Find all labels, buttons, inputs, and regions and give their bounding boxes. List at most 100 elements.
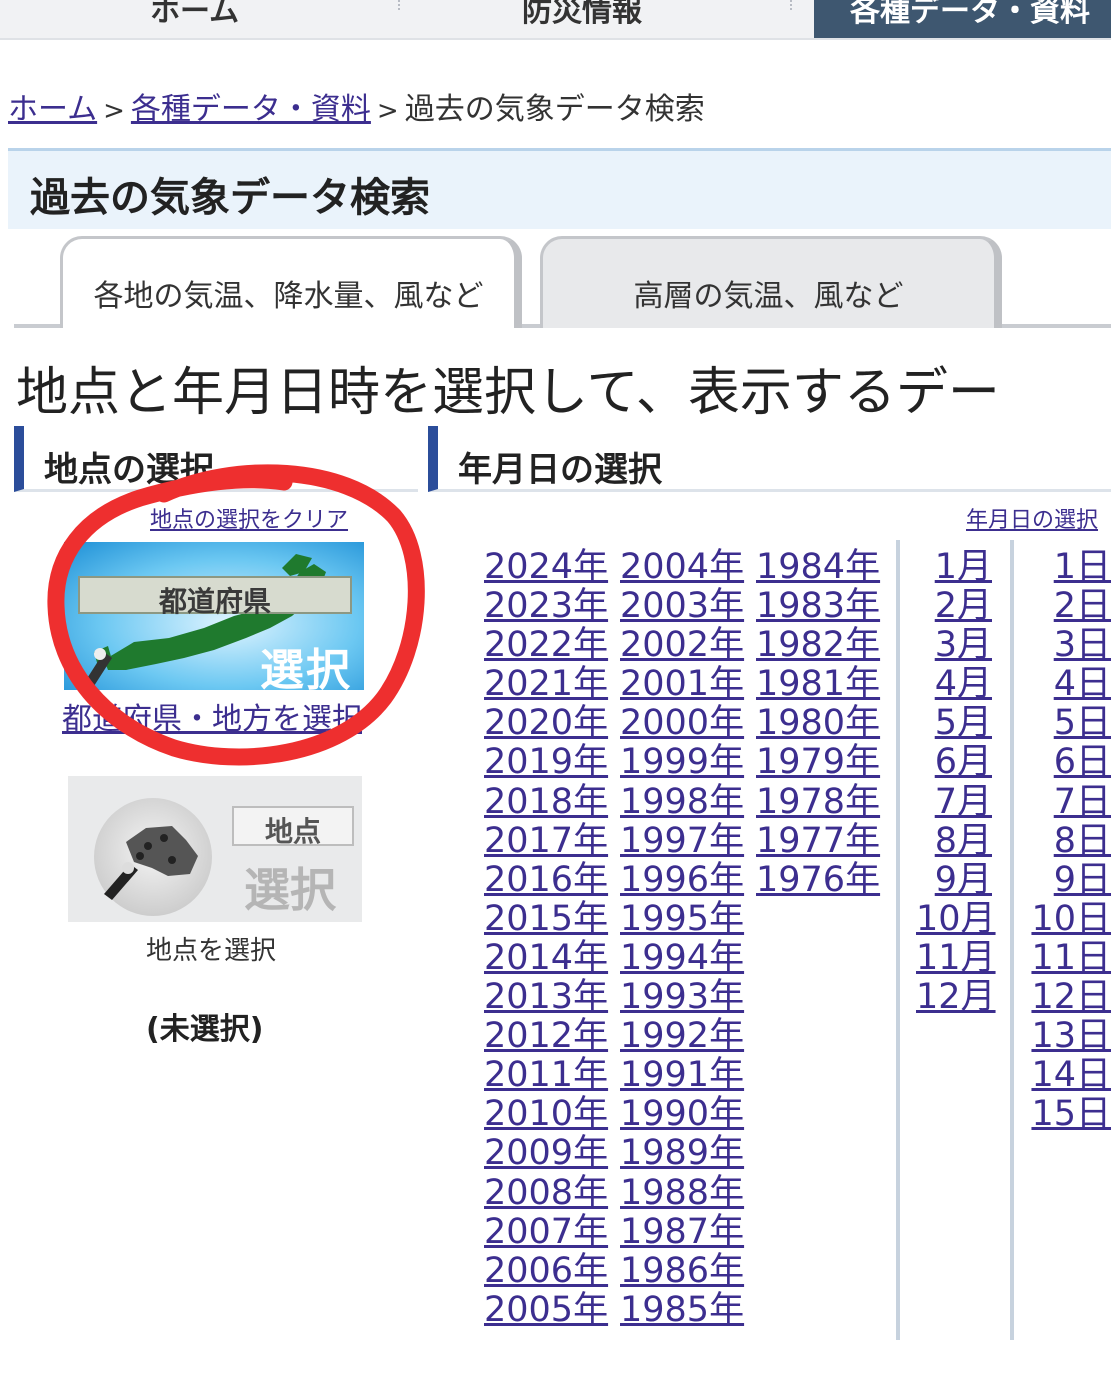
day-link[interactable]: 14日 [1030,1056,1111,1095]
year-link[interactable]: 2020年 [484,704,608,743]
month-link[interactable]: 4月 [916,665,992,704]
year-link[interactable]: 1980年 [756,704,880,743]
year-link[interactable]: 1994年 [620,938,744,978]
year-link[interactable]: 2022年 [484,626,608,665]
year-link[interactable]: 1977年 [756,821,880,861]
nav-data-active[interactable]: 各種データ・資料 [814,0,1111,38]
tab-upper-air[interactable]: 高層の気温、風など [540,236,1002,328]
tab-surface-weather-label: 各地の気温、降水量、風など [93,279,484,314]
month-link[interactable]: 2月 [916,586,992,626]
year-link[interactable]: 1992年 [620,1017,744,1056]
year-link[interactable]: 1990年 [620,1095,744,1134]
year-link[interactable]: 2010年 [484,1095,608,1134]
point-button-title-box: 地点 [232,806,354,848]
year-link[interactable]: 1989年 [620,1134,744,1173]
date-section-title: 年月日の選択 [458,450,662,490]
year-link[interactable]: 1982年 [756,626,880,665]
month-link[interactable]: 6月 [916,743,992,782]
year-column-3: 1984年 1983年 1982年 1981年 1980年 1979年 1978… [756,547,880,900]
point-select-button[interactable]: 地点 選択 [68,776,362,922]
instruction-text: 地点と年月日時を選択して、表示するデー [16,363,1000,423]
year-link[interactable]: 2016年 [484,860,608,900]
year-link[interactable]: 1984年 [756,547,880,587]
year-link[interactable]: 2019年 [484,743,608,782]
date-section-header: 年月日の選択 [428,426,1111,492]
year-link[interactable]: 2014年 [484,938,608,978]
day-link[interactable]: 8日 [1030,821,1111,861]
year-link[interactable]: 1986年 [620,1251,744,1291]
year-link[interactable]: 2024年 [484,547,608,587]
month-link[interactable]: 10月 [916,899,996,939]
year-link[interactable]: 1988年 [620,1173,744,1213]
year-link[interactable]: 1993年 [620,977,744,1017]
day-link[interactable]: 2日 [1030,586,1111,626]
year-link[interactable]: 2000年 [620,704,744,743]
year-link[interactable]: 2011年 [484,1056,608,1095]
year-link[interactable]: 1978年 [756,782,880,822]
day-column: 1日 2日 3日 4日 5日 6日 7日 8日 9日 10日 11日 12日 1… [1030,548,1111,1134]
nav-separator [398,0,401,10]
year-link[interactable]: 1996年 [620,860,744,900]
day-link[interactable]: 5日 [1030,704,1111,743]
month-link[interactable]: 11月 [916,938,996,978]
breadcrumb-home[interactable]: ホーム [8,92,97,127]
day-link[interactable]: 12日 [1030,977,1111,1017]
year-link[interactable]: 2001年 [620,665,744,704]
tab-upper-air-label: 高層の気温、風など [633,279,904,314]
point-select-caption: 地点を選択 [146,936,277,966]
month-link[interactable]: 5月 [916,704,992,743]
day-link[interactable]: 10日 [1030,899,1111,939]
year-link[interactable]: 1995年 [620,899,744,939]
nav-home[interactable]: ホーム [150,0,239,29]
page-title: 過去の気象データ検索 [30,175,430,221]
year-link[interactable]: 2004年 [620,547,744,587]
year-link[interactable]: 2021年 [484,665,608,704]
month-link[interactable]: 8月 [916,821,992,861]
year-link[interactable]: 2006年 [484,1251,608,1291]
month-link[interactable]: 1月 [916,547,992,587]
year-link[interactable]: 2012年 [484,1017,608,1056]
day-link[interactable]: 15日 [1030,1095,1111,1134]
year-link[interactable]: 1979年 [756,743,880,782]
breadcrumb: ホーム > 各種データ・資料 > 過去の気象データ検索 [8,84,705,128]
year-link[interactable]: 1987年 [620,1212,744,1252]
top-navigation: ホーム 防災情報 各種データ・資料 [0,0,1111,40]
day-link[interactable]: 13日 [1030,1017,1111,1056]
month-link[interactable]: 12月 [916,977,996,1017]
year-link[interactable]: 1997年 [620,821,744,861]
day-link[interactable]: 6日 [1030,743,1111,782]
clear-date-link[interactable]: 年月日の選択 [966,502,1111,534]
year-link[interactable]: 2009年 [484,1134,608,1173]
breadcrumb-data[interactable]: 各種データ・資料 [131,92,371,127]
year-link[interactable]: 2005年 [484,1290,608,1330]
month-column: 1月 2月 3月 4月 5月 6月 7月 8月 9月 10月 11月 12月 [916,547,996,1017]
breadcrumb-separator: > [376,96,399,126]
year-link[interactable]: 2017年 [484,821,608,861]
month-link[interactable]: 7月 [916,782,992,822]
year-link[interactable]: 1998年 [620,782,744,822]
year-link[interactable]: 1976年 [756,860,880,900]
year-link[interactable]: 2008年 [484,1173,608,1213]
month-link[interactable]: 9月 [916,860,992,900]
tab-surface-weather[interactable]: 各地の気温、降水量、風など [60,236,522,328]
day-link[interactable]: 11日 [1030,938,1111,978]
day-link[interactable]: 7日 [1030,782,1111,822]
year-link[interactable]: 2018年 [484,782,608,822]
year-link[interactable]: 2023年 [484,586,608,626]
year-link[interactable]: 1983年 [756,586,880,626]
year-link[interactable]: 2002年 [620,626,744,665]
year-link[interactable]: 1981年 [756,665,880,704]
year-link[interactable]: 2013年 [484,977,608,1017]
day-link[interactable]: 4日 [1030,665,1111,704]
nav-disaster-info[interactable]: 防災情報 [522,0,642,29]
year-link[interactable]: 2003年 [620,586,744,626]
year-link[interactable]: 1985年 [620,1290,744,1330]
day-link[interactable]: 9日 [1030,860,1111,900]
day-link[interactable]: 1日 [1030,548,1111,587]
month-link[interactable]: 3月 [916,626,992,665]
year-link[interactable]: 2007年 [484,1212,608,1252]
year-link[interactable]: 2015年 [484,899,608,939]
year-link[interactable]: 1991年 [620,1056,744,1095]
day-link[interactable]: 3日 [1030,626,1111,665]
year-link[interactable]: 1999年 [620,743,744,782]
